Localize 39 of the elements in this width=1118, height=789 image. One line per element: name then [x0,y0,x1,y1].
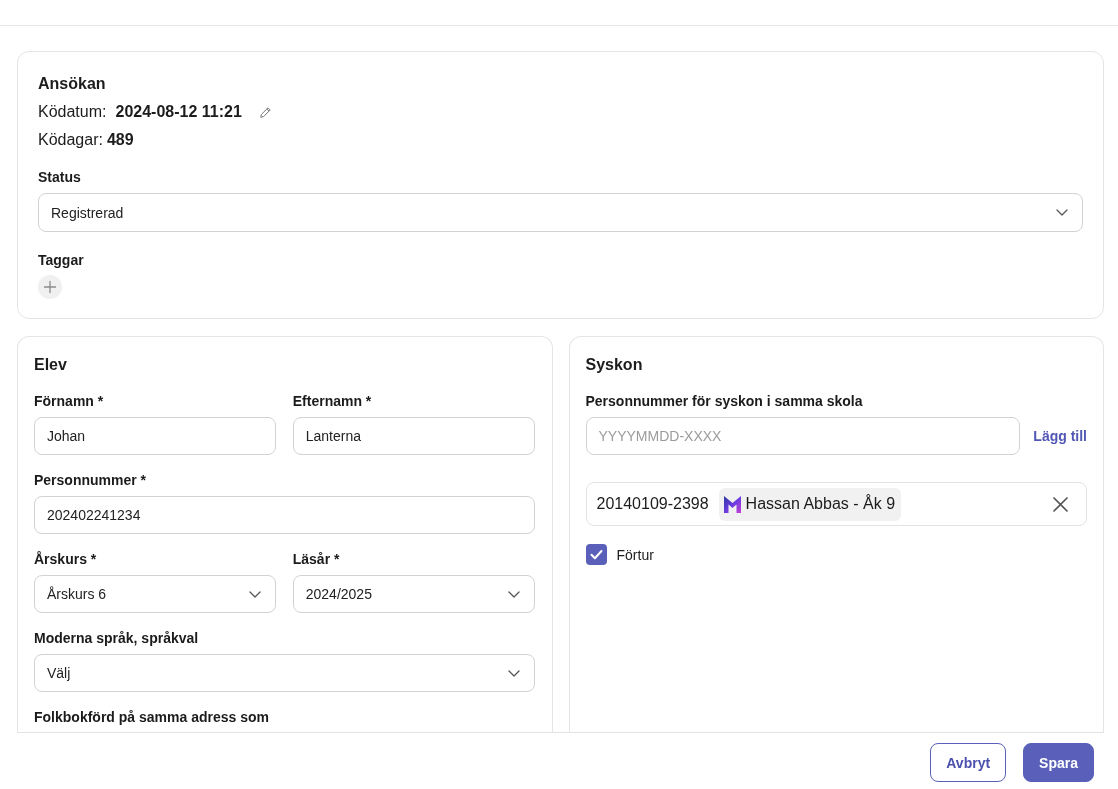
logo-icon [723,495,741,513]
field-label: Personnummer * [34,471,148,490]
queue-days-label: Ködagar: [38,130,103,150]
field-label: Efternamn * [292,392,373,411]
queue-date-value: 2024-08-12 11:21 [115,102,242,122]
student-name: Hassan Abbas - Åk 9 [745,495,896,513]
text-input[interactable]: YYYYMMDD-XXXX [585,417,1021,455]
text-input[interactable]: Lanterna [292,417,535,455]
field-label: Taggar [38,251,85,270]
field-label: Läsår * [292,550,341,569]
text-input[interactable]: Johan [34,417,276,455]
section-title: Syskon [585,355,644,375]
text-input[interactable]: 202402241234 [34,496,535,534]
dropdown[interactable]: 2024/2025 [292,575,535,613]
field-label: Årskurs * [34,550,98,569]
add-link[interactable]: Lägg till [1033,417,1087,455]
chevron-down-icon [248,590,261,598]
queue-days-value: 489 [106,130,134,150]
cancel-button[interactable]: Avbryt [930,743,1007,782]
field-label: Personnummer för syskon i samma skola [585,392,864,411]
pencil-icon[interactable] [259,106,271,118]
checkbox-label: Förtur [616,545,654,565]
save-button[interactable]: Spara [1023,743,1094,782]
field-label: Folkbokförd på samma adress som [34,708,270,727]
dropdown[interactable]: Välj [34,654,535,692]
field-label: Förnamn * [34,392,105,411]
dropdown[interactable]: Årskurs 6 [34,575,276,613]
personal-number: 20140109-2398 [596,495,709,513]
chevron-down-icon [507,590,520,598]
close-icon[interactable] [1053,496,1068,512]
field-label: Status [38,168,82,187]
queue-date-label: Ködatum: [38,102,107,122]
dropdown[interactable]: Registrerad [38,193,1083,232]
section-title: Elev [34,355,68,375]
checkbox[interactable] [585,544,607,565]
chevron-down-icon [507,669,520,677]
chevron-down-icon [1056,209,1068,216]
section-title: Ansökan [38,74,107,94]
field-label: Moderna språk, språkval [34,629,200,648]
